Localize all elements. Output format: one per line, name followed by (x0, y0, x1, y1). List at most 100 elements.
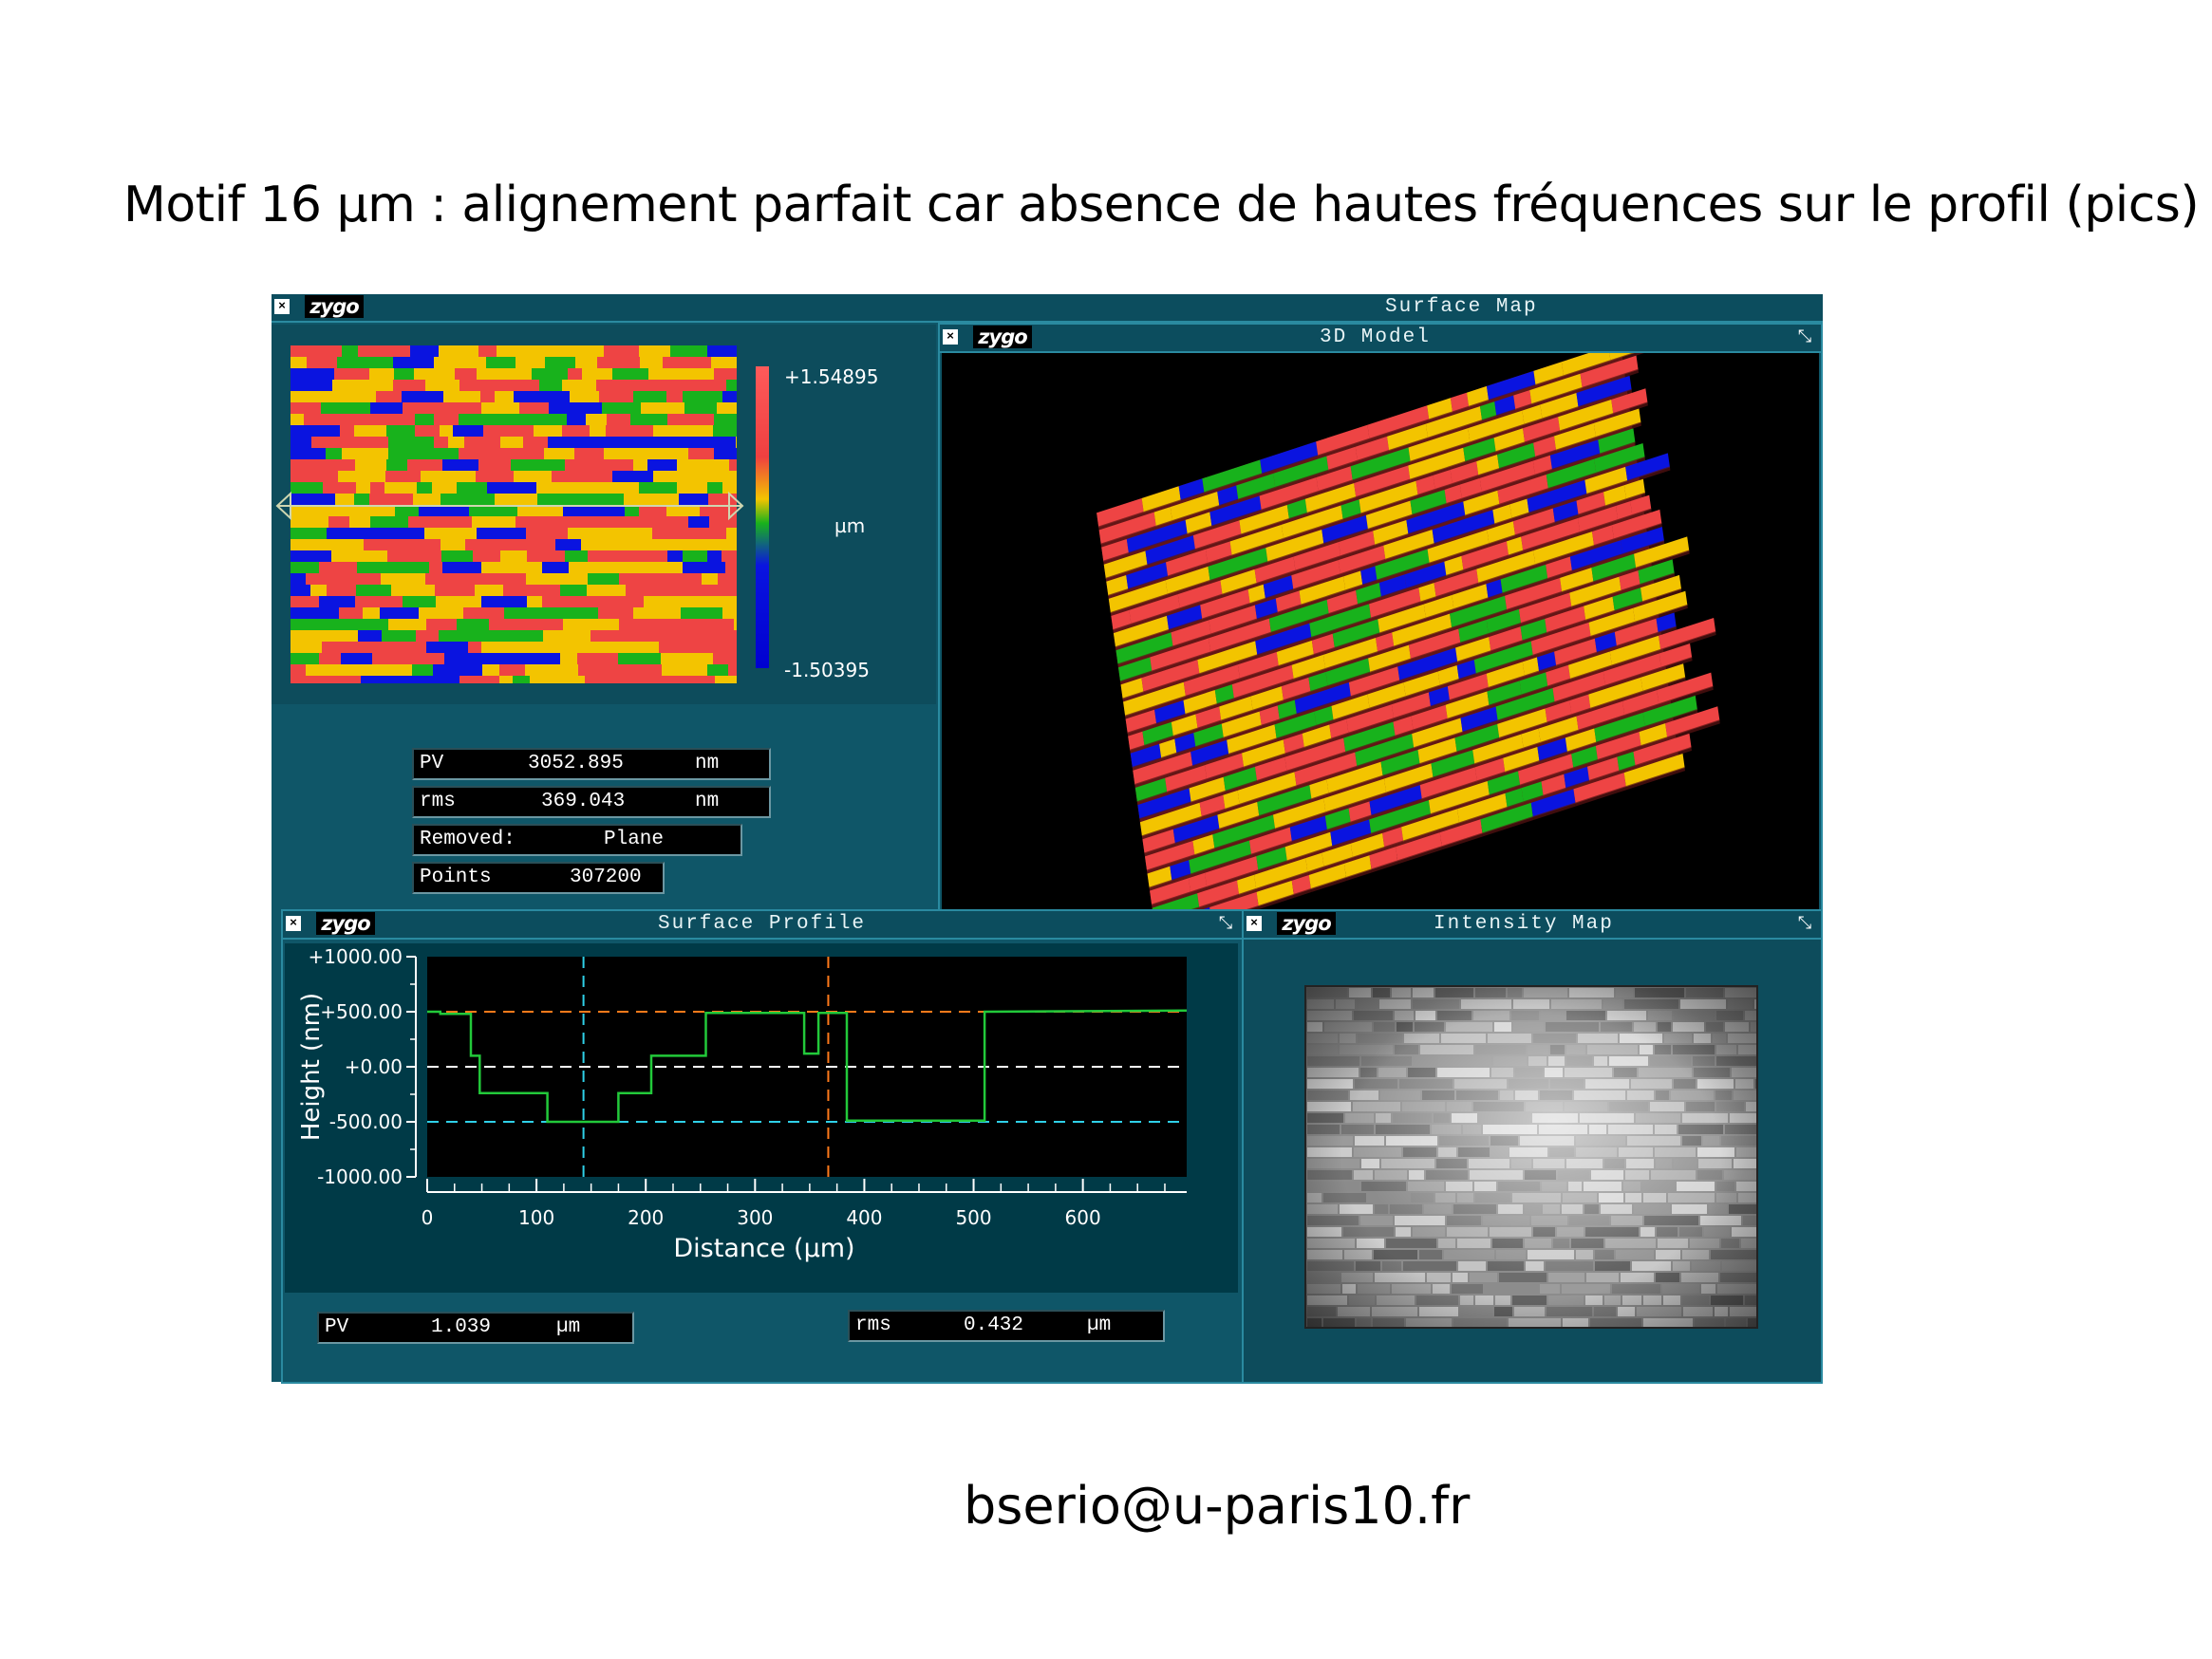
surface-map-cell (724, 471, 737, 482)
surface-map-cell (473, 550, 500, 562)
surface-map-cell (714, 368, 737, 380)
surface-map-cell (698, 380, 726, 391)
surface-map-cell (442, 459, 478, 471)
surface-map-cell (291, 664, 306, 676)
surface-map-cell (407, 562, 429, 573)
surface-map-cell (604, 448, 653, 459)
surface-map-cell (543, 630, 564, 642)
surface-map-cell (356, 585, 391, 596)
surface-map-cell (338, 471, 385, 482)
surface-map-cell (706, 630, 737, 642)
intensity-map-area (1244, 940, 1821, 1382)
surface-map-cell (713, 653, 737, 664)
surface-map-cell (473, 448, 500, 459)
surface-map-cell (542, 562, 569, 573)
profile-plot-area: +1000.00 +500.00 +0.00 -500.00 -1000.00 Heigh… (285, 943, 1238, 1293)
close-icon[interactable]: × (286, 916, 301, 931)
surface-map-cell (291, 653, 319, 664)
surface-map-cell (453, 425, 483, 437)
surface-map-cell (597, 357, 640, 368)
surface-map-cell (653, 448, 675, 459)
surface-map-cell (713, 425, 737, 437)
surface-map-cell (586, 414, 607, 425)
surface-map-cell (424, 528, 477, 539)
profile-rms: rms 0.432 µm (848, 1310, 1165, 1342)
surface-map-cell (448, 437, 464, 448)
surface-map-cell (640, 357, 663, 368)
surface-map-cell (376, 642, 426, 653)
stat-pv-label: PV (420, 753, 444, 774)
model-3d-view[interactable] (942, 353, 1819, 909)
surface-map-cell (722, 607, 737, 619)
surface-map-cell (433, 664, 482, 676)
close-icon[interactable]: × (274, 299, 290, 314)
surface-map-cell (386, 425, 415, 437)
surface-map-cell (425, 380, 459, 391)
surface-map-cell (459, 448, 473, 459)
surface-map-cell (500, 448, 544, 459)
surface-map-cell (605, 642, 620, 653)
surface-map-cell (654, 550, 667, 562)
y-tick-label: +0.00 (345, 1055, 403, 1078)
profile-pv: PV 1.039 µm (317, 1312, 634, 1344)
pin-icon[interactable]: ⤡ (1794, 914, 1815, 935)
surface-map-cell (511, 414, 567, 425)
surface-map-cell (415, 676, 459, 683)
y-tick-label: -1000.00 (317, 1165, 403, 1188)
surface-map-cell (572, 642, 605, 653)
surface-map-cell (380, 607, 419, 619)
surface-map-cell (478, 676, 499, 683)
profile-cursor-line[interactable] (275, 491, 752, 521)
surface-profile-chart[interactable]: +1000.00 +500.00 +0.00 -500.00 -1000.00 Heigh… (285, 943, 1238, 1293)
surface-map-cell (381, 573, 425, 585)
surface-map-cell (440, 425, 453, 437)
stat-points-label: Points (420, 867, 492, 888)
surface-map-cell (570, 391, 599, 402)
close-icon[interactable]: × (943, 329, 958, 345)
surface-map-cell (382, 664, 412, 676)
stat-rms-unit: nm (695, 791, 720, 812)
surface-map-cell (291, 562, 319, 573)
surface-map-cell (672, 619, 688, 630)
surface-map-cell (563, 619, 619, 630)
surface-map-cell (661, 653, 713, 664)
surface-map-cell (388, 448, 422, 459)
surface-map-cell (364, 539, 388, 550)
stat-pv-unit: nm (695, 753, 720, 774)
surface-map-cell (500, 562, 542, 573)
surface-map-cell (604, 596, 644, 607)
surface-map-cell (435, 585, 459, 596)
surface-map-cell (503, 585, 539, 596)
model-3d-blocks (1097, 353, 1720, 909)
surface-map-cell (585, 676, 626, 683)
surface-map-cell (552, 471, 575, 482)
stat-removed-label: Removed: (420, 829, 516, 850)
surface-map-cell (641, 402, 684, 414)
surface-map-cell (459, 585, 475, 596)
surface-map-cell (684, 437, 736, 448)
pin-icon[interactable]: ⤡ (1215, 914, 1236, 935)
surface-map-cell (714, 448, 737, 459)
surface-map-view: +1.54895 µm -1.50395 (272, 325, 936, 704)
surface-map-cell (358, 630, 382, 642)
surface-map-cell (478, 345, 497, 357)
surface-map-cell (391, 585, 435, 596)
surface-map-cell (291, 550, 331, 562)
intensity-map-image[interactable] (1304, 985, 1758, 1329)
surface-map-cell (667, 550, 683, 562)
surface-map-cell (321, 402, 370, 414)
colorbar-min-label: -1.50395 (784, 659, 870, 681)
pin-icon[interactable]: ⤡ (1794, 327, 1815, 348)
close-icon[interactable]: × (1247, 916, 1262, 931)
surface-map-cell (357, 562, 407, 573)
surface-map-cell (514, 391, 570, 402)
surface-map-cell (370, 402, 403, 414)
surface-map-cell (675, 448, 688, 459)
surface-map-cell (480, 573, 526, 585)
surface-map-cell (354, 664, 382, 676)
surface-map-cell (426, 619, 457, 630)
surface-map-cell (526, 528, 568, 539)
surface-map-cell (514, 471, 552, 482)
surface-map-cell (481, 642, 521, 653)
surface-map-cell (525, 664, 547, 676)
